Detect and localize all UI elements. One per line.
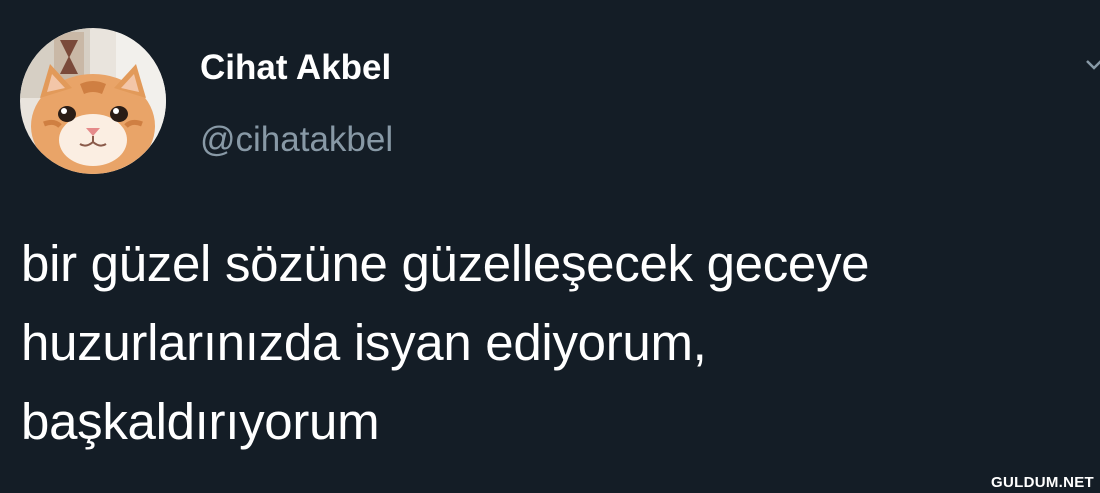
author-name[interactable]: Cihat Akbel [200, 48, 391, 88]
tweet-text: bir güzel sözüne güzelleşecek geceye huz… [21, 224, 1091, 461]
tweet-text-line: bir güzel sözüne güzelleşecek geceye [21, 235, 870, 292]
tweet-text-line: huzurlarınızda isyan ediyorum, [21, 314, 707, 371]
tweet-card: Cihat Akbel @cihatakbel bir güzel sözüne… [0, 0, 1100, 493]
author-handle[interactable]: @cihatakbel [200, 120, 393, 160]
avatar[interactable] [20, 28, 166, 174]
tweet-text-line: başkaldırıyorum [21, 393, 380, 450]
watermark: GULDUM.NET [991, 474, 1094, 491]
cat-avatar-image [20, 28, 166, 174]
chevron-down-icon[interactable] [1086, 58, 1100, 84]
